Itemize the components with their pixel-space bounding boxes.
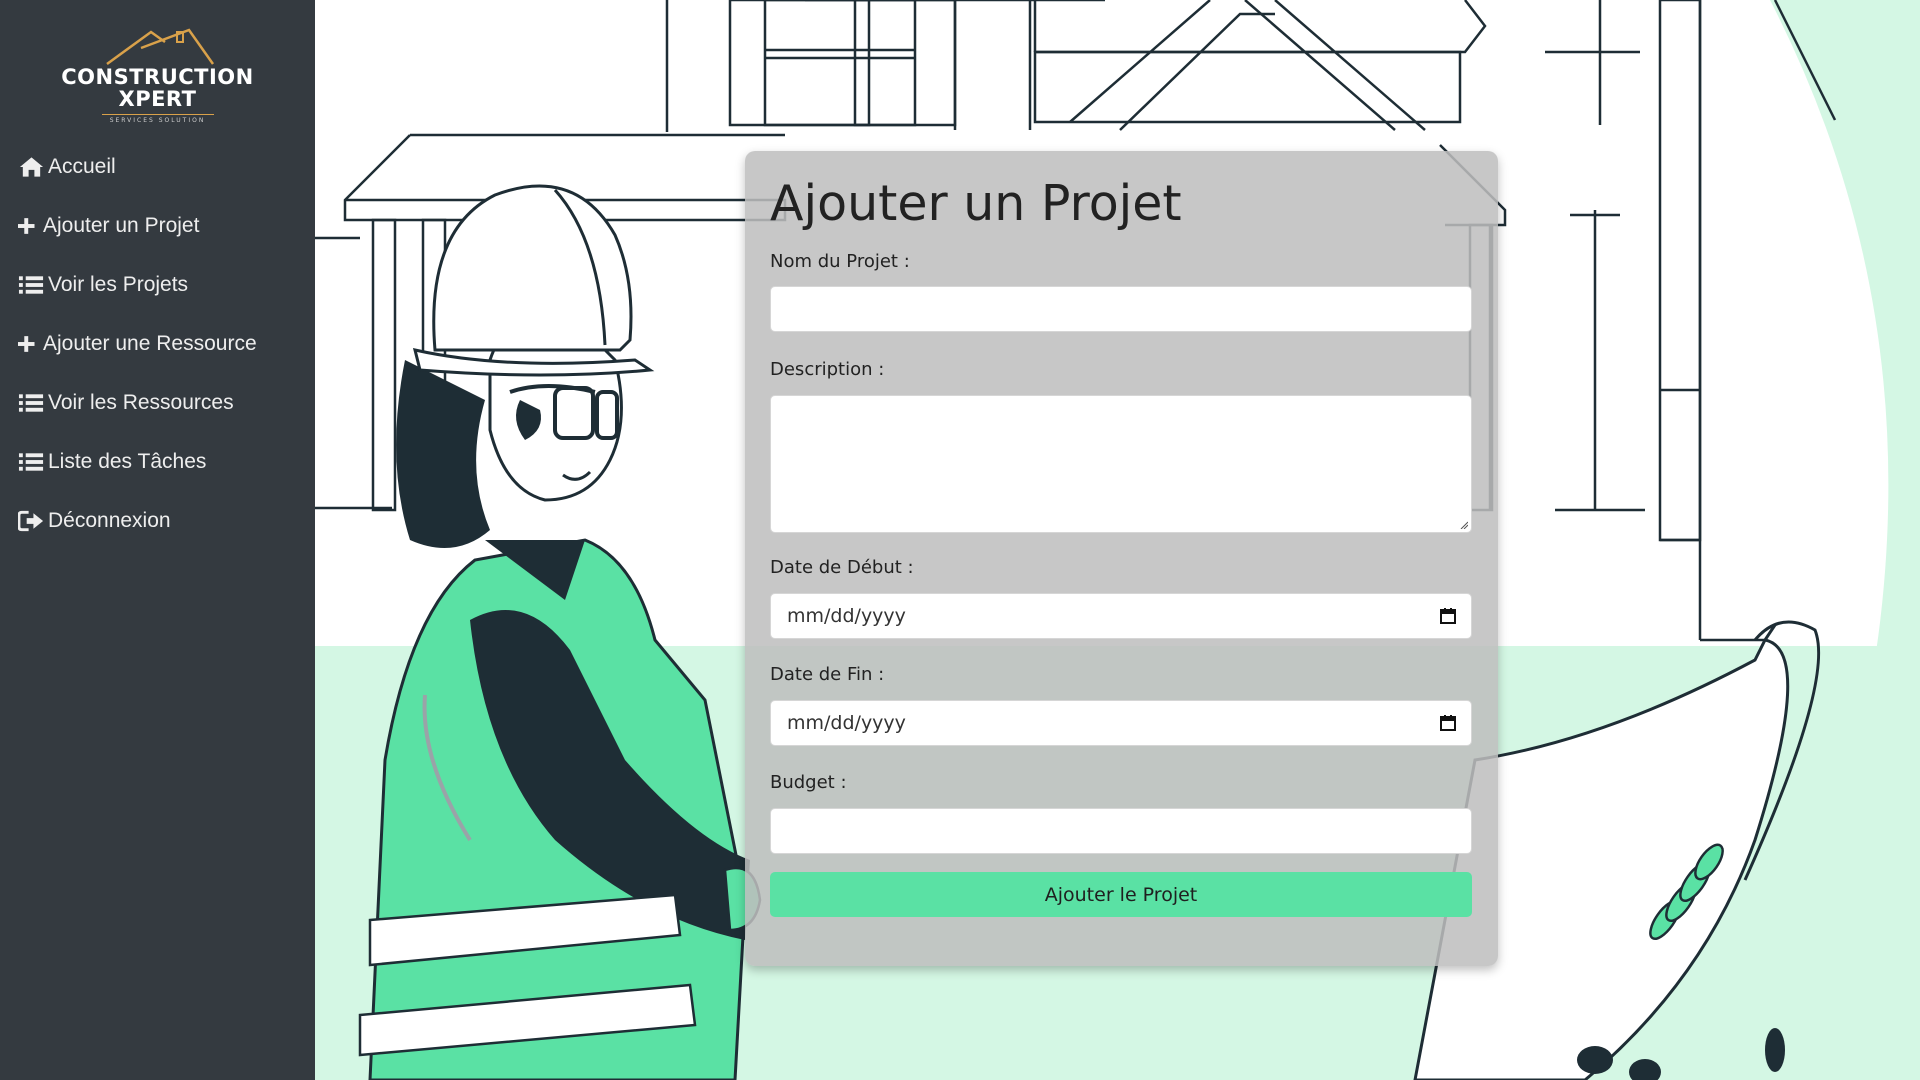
budget-input[interactable] <box>770 808 1472 854</box>
start-date-label: Date de Début : <box>770 557 914 578</box>
end-date-placeholder: mm/dd/yyyy <box>787 712 906 734</box>
sidebar-item-label: Accueil <box>48 154 116 178</box>
plus-icon <box>18 217 35 234</box>
resize-handle-icon[interactable] <box>1460 521 1468 529</box>
end-date-label: Date de Fin : <box>770 664 885 685</box>
start-date-input[interactable]: mm/dd/yyyy <box>770 593 1472 639</box>
list-icon <box>18 452 44 471</box>
description-textarea[interactable] <box>770 395 1472 533</box>
list-icon <box>18 275 44 294</box>
plus-icon <box>18 335 35 352</box>
sidebar: CONSTRUCTION XPERT SERVICES SOLUTION Acc… <box>0 0 315 1080</box>
sidebar-item-ajouter-projet[interactable]: Ajouter un Projet <box>0 196 315 255</box>
brand-logo[interactable]: CONSTRUCTION XPERT SERVICES SOLUTION <box>0 26 315 124</box>
list-icon <box>18 393 44 412</box>
start-date-placeholder: mm/dd/yyyy <box>787 605 906 627</box>
sidebar-item-voir-ressources[interactable]: Voir les Ressources <box>0 373 315 432</box>
project-name-input[interactable] <box>770 286 1472 332</box>
roof-logo-icon <box>105 28 214 66</box>
budget-label: Budget : <box>770 772 847 793</box>
sidebar-item-deconnexion[interactable]: Déconnexion <box>0 491 315 550</box>
sidebar-nav: Accueil Ajouter un Projet Voir les Proje… <box>0 137 315 550</box>
sidebar-item-label: Voir les Ressources <box>48 390 234 414</box>
brand-tagline: SERVICES SOLUTION <box>101 114 214 124</box>
page-title: Ajouter un Projet <box>770 175 1182 232</box>
calendar-icon[interactable] <box>1439 714 1457 732</box>
add-project-form-card: Ajouter un Projet Nom du Projet : Descri… <box>745 151 1498 966</box>
calendar-icon[interactable] <box>1439 607 1457 625</box>
end-date-input[interactable]: mm/dd/yyyy <box>770 700 1472 746</box>
brand-name-line1: CONSTRUCTION <box>61 65 254 89</box>
sidebar-item-voir-projets[interactable]: Voir les Projets <box>0 255 315 314</box>
add-project-button[interactable]: Ajouter le Projet <box>770 872 1472 917</box>
sidebar-item-label: Ajouter un Projet <box>43 213 200 237</box>
sidebar-item-label: Voir les Projets <box>48 272 189 296</box>
sign-out-icon <box>18 510 44 531</box>
project-name-label: Nom du Projet : <box>770 251 910 272</box>
sidebar-item-liste-taches[interactable]: Liste des Tâches <box>0 432 315 491</box>
sidebar-item-ajouter-ressource[interactable]: Ajouter une Ressource <box>0 314 315 373</box>
brand-name-line2: XPERT <box>118 87 197 111</box>
description-label: Description : <box>770 359 885 380</box>
sidebar-item-label: Liste des Tâches <box>48 449 207 473</box>
home-icon <box>19 156 44 177</box>
sidebar-item-accueil[interactable]: Accueil <box>0 137 315 196</box>
sidebar-item-label: Déconnexion <box>48 508 171 532</box>
sidebar-item-label: Ajouter une Ressource <box>43 331 257 355</box>
